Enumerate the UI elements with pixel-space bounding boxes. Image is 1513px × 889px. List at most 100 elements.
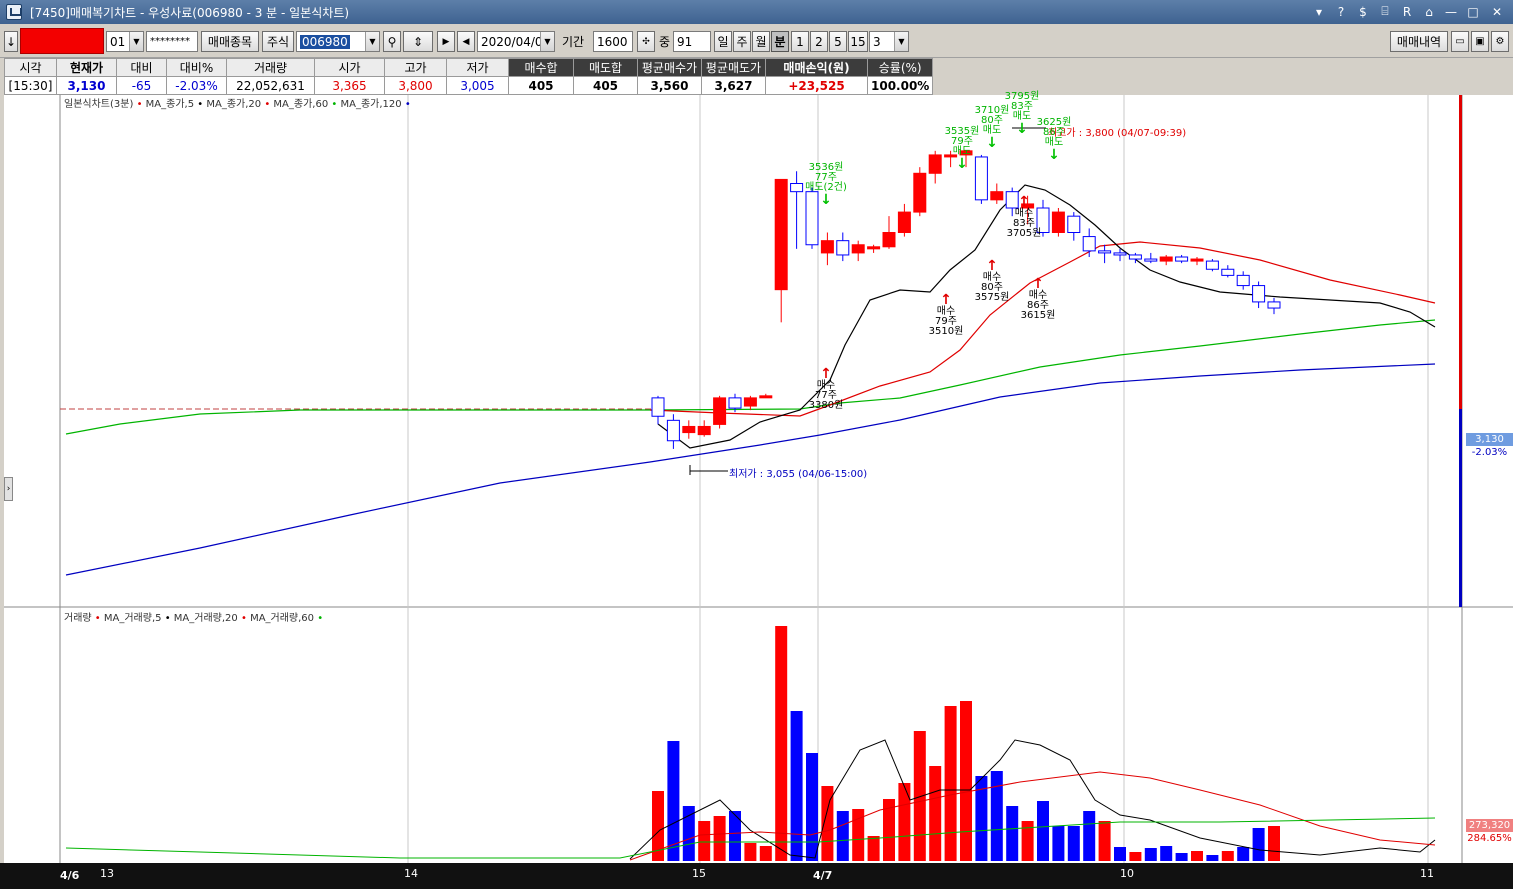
volume-legend-title: 거래량 (64, 613, 92, 624)
candle-body (666, 419, 680, 442)
candle-body (1221, 268, 1235, 276)
legend-vol-ma5: MA_거래량,5 (103, 613, 162, 624)
volume-bar (1252, 828, 1265, 861)
volume-bar (1268, 826, 1280, 861)
legend-vol-ma60: MA_거래량,60 (250, 613, 315, 624)
candle-body (820, 240, 834, 254)
candle-body (697, 425, 711, 436)
candle-body (1205, 260, 1219, 270)
price-legend-title: 일본식차트(3분) (64, 99, 134, 110)
volume-bar (806, 753, 818, 861)
candle-body (682, 425, 696, 434)
volume-bar (775, 626, 788, 861)
sell-trade-label: 3625원 86주 매도 ↓ (1024, 118, 1084, 163)
volume-bar (1129, 852, 1142, 861)
candle-body (728, 397, 742, 409)
trade-label-line: 3615원 (1020, 310, 1056, 321)
axis-label-4-6: 4/6 (60, 869, 80, 882)
volume-bar (1098, 821, 1111, 861)
legend-ma60: MA_종가,60 (273, 99, 329, 110)
volume-bar (1006, 806, 1019, 861)
volume-bar (790, 711, 803, 861)
candle-body (1128, 254, 1142, 260)
candle-body (1159, 256, 1173, 262)
trade-label-line: 3510원 (928, 326, 964, 337)
candle-body (743, 397, 757, 407)
candle-body (867, 246, 881, 250)
price-volume-chart[interactable] (0, 0, 1513, 889)
volume-bar (1175, 853, 1188, 861)
candle-body (913, 172, 927, 213)
buy-trade-label: ↑ 매수 86주 3615원 (1008, 277, 1068, 321)
legend-ma5: MA_종가,5 (145, 99, 195, 110)
volume-bar (698, 821, 711, 861)
volume-bar (836, 811, 849, 861)
legend-vol-ma20: MA_거래량,20 (173, 613, 238, 624)
candle-body (1051, 211, 1065, 233)
volume-bar (713, 816, 726, 861)
axis-label-4-7: 4/7 (813, 869, 833, 882)
volume-bar (867, 836, 880, 861)
price-legend: 일본식차트(3분) • MA_종가,5 • MA_종가,20 • MA_종가,6… (64, 99, 411, 110)
volume-bar (960, 701, 972, 861)
sell-arrow-icon: ↓ (820, 192, 832, 208)
price-gauge-lower (1459, 409, 1462, 607)
volume-bar (1191, 851, 1203, 861)
volume-bar (898, 783, 911, 861)
candle-body (1190, 258, 1204, 262)
volume-bar (929, 766, 942, 861)
volume-bar (1237, 847, 1250, 861)
axis-label-14: 14 (404, 867, 418, 880)
volume-bar (1160, 846, 1173, 861)
price-gauge-upper (1459, 95, 1462, 409)
volume-bar (759, 846, 772, 861)
buy-trade-label: ↑ 매수 77주 3380원 (796, 367, 856, 411)
volume-bar (1114, 847, 1126, 861)
candle-body (651, 397, 665, 417)
sell-arrow-icon: ↓ (1048, 147, 1060, 163)
legend-ma20: MA_종가,20 (206, 99, 262, 110)
candle-body (1236, 274, 1250, 287)
volume-bar (1021, 821, 1034, 861)
volume-bar (913, 731, 926, 861)
buy-arrow-icon: ↑ (820, 366, 832, 382)
low-price-label: 최저가 : 3,055 (04/06-15:00) (729, 469, 868, 480)
axis-label-11: 11 (1420, 867, 1434, 880)
trade-label-line: 3380원 (808, 400, 844, 411)
candle-body (1267, 301, 1281, 309)
volume-bar (682, 806, 695, 861)
sell-arrow-icon: ↓ (986, 135, 998, 151)
candle-body (1175, 256, 1189, 262)
volume-legend: 거래량 • MA_거래량,5 • MA_거래량,20 • MA_거래량,60 • (64, 613, 324, 624)
buy-arrow-icon: ↑ (986, 258, 998, 274)
sell-trade-label: 3536원 77주 매도(2건) ↓ (796, 163, 856, 208)
side-panel-toggle[interactable]: › (4, 477, 13, 501)
volume-bar (990, 771, 1003, 861)
sell-arrow-icon: ↓ (956, 156, 968, 172)
candle-body (1113, 252, 1127, 256)
axis-label-10: 10 (1120, 867, 1134, 880)
candle-body (897, 211, 911, 233)
volume-bar (944, 706, 957, 861)
candle-body (882, 232, 896, 248)
buy-arrow-icon: ↑ (1032, 276, 1044, 292)
date-axis: 4/6 13 14 15 4/7 10 11 (0, 863, 1513, 889)
volume-bar (744, 843, 757, 861)
ratio-badge: 284.65% (1467, 833, 1512, 844)
candle-body (1082, 236, 1096, 252)
candle-body (1252, 285, 1266, 303)
buy-arrow-icon: ↑ (1018, 194, 1030, 210)
current-change-badge: -2.03% (1471, 447, 1508, 458)
candle-body (1067, 215, 1081, 234)
trade-label-line: 3705원 (1006, 228, 1042, 239)
axis-label-13: 13 (100, 867, 114, 880)
candle-body (774, 178, 788, 291)
current-price-badge: 3,130 (1466, 433, 1513, 446)
volume-bar (1052, 826, 1065, 861)
legend-ma120: MA_종가,120 (340, 99, 402, 110)
volume-bar (1083, 811, 1096, 861)
candle-body (851, 244, 865, 254)
buy-trade-label: ↑ 매수 83주 3705원 (994, 195, 1054, 239)
candle-body (1098, 250, 1112, 254)
volume-bar (1067, 826, 1080, 861)
